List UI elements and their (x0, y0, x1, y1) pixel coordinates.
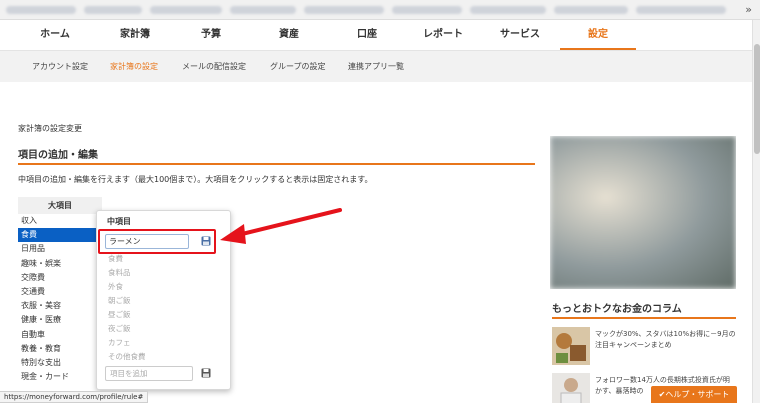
scrollbar-thumb[interactable] (754, 44, 760, 154)
nav-home[interactable]: ホーム (22, 20, 88, 50)
subnav-group-settings[interactable]: グループの設定 (270, 51, 326, 83)
bookmarks-more-button[interactable]: » (745, 3, 752, 16)
subcategory-item[interactable]: 昼ご飯 (108, 309, 131, 320)
category-item[interactable]: 交通費 (18, 285, 102, 299)
ad-banner-image (550, 136, 736, 289)
subcategory-item[interactable]: 食料品 (108, 267, 131, 278)
column-section-title: もっとおトクなお金のコラム (552, 300, 736, 319)
subnav-email-settings[interactable]: メールの配信設定 (182, 51, 246, 83)
bookmark-blurred[interactable] (470, 6, 546, 14)
help-support-label: ヘルプ・サポート (665, 390, 730, 399)
subnav-account-settings[interactable]: アカウント設定 (32, 51, 88, 83)
bookmark-blurred[interactable] (6, 6, 76, 14)
bookmark-blurred[interactable] (636, 6, 726, 14)
article-thumbnail (552, 327, 590, 365)
bookmark-blurred[interactable] (554, 6, 628, 14)
category-item-selected[interactable]: 食費 (18, 228, 102, 243)
subcategory-popup-title: 中項目 (107, 217, 131, 226)
nav-budget[interactable]: 予算 (176, 20, 246, 50)
bookmark-blurred[interactable] (230, 6, 296, 14)
bookmark-blurred[interactable] (84, 6, 142, 14)
category-list-header: 大項目 (18, 197, 102, 214)
category-item[interactable]: 特別な支出 (18, 356, 102, 370)
category-item[interactable]: 交際費 (18, 271, 102, 285)
section-title: 項目の追加・編集 (18, 146, 535, 165)
sub-nav: アカウント設定 家計簿の設定 メールの配信設定 グループの設定 連携アプリ一覧 (0, 50, 752, 82)
article-thumbnail (552, 373, 590, 403)
nav-services[interactable]: サービス (484, 20, 556, 50)
column-article[interactable]: マックが30%、スタバは10%お得に－9月の注目キャンペーンまとめ (552, 327, 736, 367)
category-item[interactable]: 現金・カード (18, 370, 102, 384)
bookmark-blurred[interactable] (392, 6, 462, 14)
category-item[interactable]: 衣服・美容 (18, 299, 102, 313)
ad-banner[interactable] (550, 136, 736, 289)
browser-status-url: https://moneyforward.com/profile/rule# (0, 391, 149, 403)
subcategory-item[interactable]: 朝ご飯 (108, 295, 131, 306)
nav-report[interactable]: レポート (408, 20, 478, 50)
bookmark-blurred[interactable] (304, 6, 384, 14)
nav-accounts[interactable]: 口座 (332, 20, 402, 50)
article-title[interactable]: マックが30%、スタバは10%お得に－9月の注目キャンペーンまとめ (595, 329, 736, 351)
subnav-linked-apps[interactable]: 連携アプリ一覧 (348, 51, 404, 83)
subcategory-item[interactable]: その他食費 (108, 351, 146, 362)
subcategory-item[interactable]: 外食 (108, 281, 123, 292)
annotation-arrow-icon (220, 208, 342, 244)
bookmarks-bar: » (0, 0, 760, 20)
category-item[interactable]: 日用品 (18, 242, 102, 256)
section-description: 中項目の追加・編集を行えます（最大100個まで）。大項目をクリックすると表示は固… (18, 175, 373, 184)
category-item[interactable]: 趣味・娯楽 (18, 257, 102, 271)
nav-assets[interactable]: 資産 (254, 20, 324, 50)
floppy-disk-icon[interactable] (201, 368, 211, 378)
nav-household-book[interactable]: 家計簿 (102, 20, 168, 50)
main-nav: ホーム 家計簿 予算 資産 口座 レポート サービス 設定 (0, 20, 752, 50)
subnav-household-settings[interactable]: 家計簿の設定 (110, 51, 158, 83)
category-item[interactable]: 収入 (18, 214, 102, 228)
help-support-button[interactable]: ✔ヘルプ・サポート (651, 386, 737, 403)
nav-settings[interactable]: 設定 (560, 20, 636, 50)
category-item[interactable]: 教養・教育 (18, 342, 102, 356)
subcategory-item[interactable]: 夜ご飯 (108, 323, 131, 334)
add-subcategory-input[interactable]: 項目を追加 (105, 366, 193, 381)
subcategory-item[interactable]: カフェ (108, 337, 131, 348)
page-scrollbar[interactable] (752, 20, 760, 403)
bookmark-blurred[interactable] (150, 6, 222, 14)
category-item[interactable]: 健康・医療 (18, 313, 102, 327)
page: » ホーム 家計簿 予算 資産 口座 レポート サービス 設定 アカウント設定 … (0, 0, 760, 403)
category-list: 大項目 収入 食費 日用品 趣味・娯楽 交際費 交通費 衣服・美容 健康・医療 … (18, 197, 102, 384)
breadcrumb: 家計簿の設定変更 (18, 124, 82, 133)
subcategory-item[interactable]: 食費 (108, 253, 123, 264)
category-item[interactable]: 自動車 (18, 328, 102, 342)
annotation-highlight-box (98, 229, 216, 254)
